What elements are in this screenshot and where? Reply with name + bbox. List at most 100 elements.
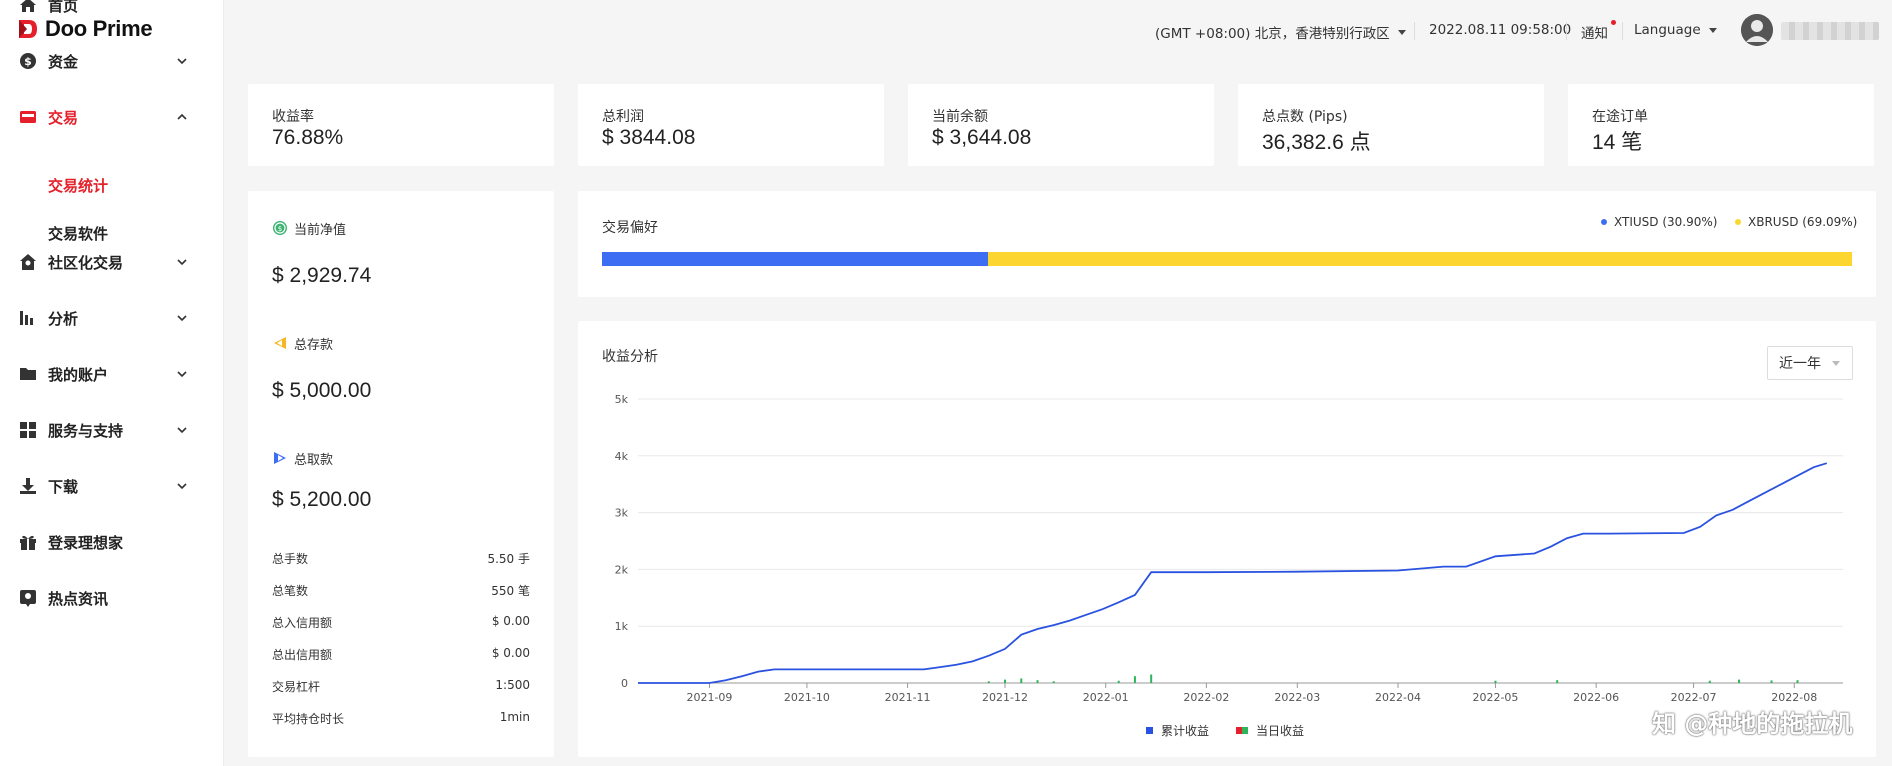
- username-blurred[interactable]: [1781, 22, 1879, 40]
- summary-row-value: 1min: [499, 710, 530, 724]
- sidebar-item-label: 分析: [48, 309, 79, 328]
- sidebar-item[interactable]: 我的账户: [0, 354, 224, 394]
- sidebar-item[interactable]: 社区化交易: [0, 242, 224, 282]
- equity-label: 当前净值: [294, 223, 347, 238]
- dollar-coin-icon: $: [19, 52, 37, 70]
- sidebar-item-label: 下载: [48, 477, 79, 496]
- daily-profit-bar[interactable]: [1036, 680, 1039, 683]
- profit-analysis-card: 收益分析 近一年 0 1k 2k 3k 4k 5k 2021-09 2021-10 2021-1…: [578, 321, 1876, 757]
- divider: [1414, 22, 1415, 40]
- legend-label-daily[interactable]: 当日收益: [1256, 724, 1304, 738]
- sidebar-item-label: 我的账户: [48, 365, 109, 384]
- sidebar-item[interactable]: 首页: [0, 0, 224, 25]
- notifications-link[interactable]: 通知: [1581, 22, 1608, 42]
- daily-profit-bar[interactable]: [1004, 679, 1007, 683]
- chevron-down-icon: [177, 315, 187, 322]
- x-tick-label: 2022-02: [1183, 691, 1229, 704]
- equity-coin-icon: $: [273, 221, 287, 235]
- summary-row-value: 550 笔: [491, 584, 530, 598]
- daily-profit-bar[interactable]: [1020, 678, 1023, 683]
- summary-row-value: $ 0.00: [491, 614, 530, 628]
- x-tick-label: 2022-03: [1274, 691, 1320, 704]
- preference-segment[interactable]: [988, 252, 1852, 266]
- chevron-up-icon: [177, 113, 187, 120]
- caret-down-icon: [1708, 27, 1717, 33]
- stat-card: 收益率 76.88%: [248, 84, 554, 166]
- y-tick-label: 5k: [615, 393, 629, 406]
- home-icon: [19, 0, 37, 14]
- daily-profit-bar[interactable]: [1556, 680, 1559, 683]
- sidebar-item[interactable]: $ 资金: [0, 41, 224, 81]
- sidebar-item-label: 服务与支持: [48, 421, 124, 440]
- x-tick-label: 2021-09: [686, 691, 732, 704]
- sidebar: Doo Prime 首页 $ 资金 交易 社区化交易 分析 我的账户 服务与支持 下载 登录理想家…: [0, 0, 224, 766]
- daily-profit-bar[interactable]: [1796, 680, 1799, 683]
- daily-profit-bar[interactable]: [1738, 679, 1741, 683]
- user-silhouette-icon: [1741, 14, 1773, 46]
- y-tick-label: 2k: [615, 563, 629, 576]
- download-icon: [19, 477, 37, 495]
- profit-line-chart: 0 1k 2k 3k 4k 5k 2021-09 2021-10 2021-11 2021-12 2…: [615, 393, 1843, 738]
- daily-profit-bar[interactable]: [1708, 680, 1711, 683]
- user-avatar[interactable]: [1741, 14, 1773, 46]
- sidebar-item-label: 首页: [48, 0, 79, 15]
- stat-label: 当前余额: [932, 109, 988, 125]
- legend-dot-icon: [1601, 219, 1607, 225]
- summary-row-value: $ 0.00: [491, 646, 530, 660]
- x-tick-label: 2022-04: [1375, 691, 1421, 704]
- daily-profit-bar[interactable]: [1052, 681, 1055, 683]
- bar-chart-icon: [19, 309, 37, 327]
- timezone-selector[interactable]: (GMT +08:00) 北京，香港特别行政区: [1155, 22, 1406, 42]
- legend-label: XTIUSD (30.90%): [1614, 215, 1718, 229]
- y-tick-label: 4k: [615, 450, 629, 463]
- legend-label-cumulative[interactable]: 累计收益: [1161, 724, 1209, 738]
- legend-swatch-cumulative-icon: [1146, 727, 1153, 734]
- withdraw-arrow-icon: [274, 452, 286, 464]
- daily-profit-bar[interactable]: [1150, 674, 1153, 683]
- divider: [1566, 22, 1567, 40]
- trade-card-icon: [19, 108, 37, 126]
- legend-swatch-daily-pos-icon: [1242, 727, 1248, 734]
- withdraw-value: $ 5,200.00: [272, 488, 372, 511]
- caret-down-icon: [1397, 29, 1406, 35]
- account-summary-card: $ 当前净值 $ 2,929.74 总存款 $ 5,000.00 总取款 $ 5…: [248, 191, 554, 757]
- deposit-label: 总存款: [294, 338, 334, 353]
- stat-label: 总利润: [602, 109, 644, 125]
- language-selector[interactable]: Language: [1634, 22, 1717, 38]
- stat-label: 收益率: [272, 109, 314, 125]
- stat-card: 总点数 (Pips) 36,382.6 点: [1238, 84, 1544, 166]
- y-tick-label: 1k: [615, 620, 629, 633]
- legend-label: XBRUSD (69.09%): [1748, 215, 1858, 229]
- top-bar: (GMT +08:00) 北京，香港特别行政区 2022.08.11 09:58…: [225, 0, 1892, 62]
- sidebar-item[interactable]: 分析: [0, 298, 224, 338]
- summary-row-label: 平均持仓时长: [272, 712, 345, 726]
- stat-value: 36,382.6 点: [1262, 131, 1371, 154]
- sidebar-item[interactable]: 交易: [0, 97, 224, 137]
- sidebar-item-label: 登录理想家: [48, 533, 124, 552]
- cumulative-profit-line[interactable]: [638, 462, 1828, 684]
- preference-segment[interactable]: [602, 252, 989, 266]
- sidebar-item[interactable]: 登录理想家: [0, 522, 224, 562]
- current-datetime: 2022.08.11 09:58:00: [1429, 22, 1572, 38]
- x-tick-label: 2022-06: [1573, 691, 1619, 704]
- legend-xtiusd: XTIUSD (30.90%): [1601, 215, 1717, 229]
- daily-profit-bar[interactable]: [1770, 680, 1773, 683]
- stat-value: $ 3,644.08: [932, 126, 1032, 149]
- sidebar-item[interactable]: 热点资讯: [0, 578, 224, 618]
- equity-value: $ 2,929.74: [272, 264, 372, 287]
- watermark: 知 @种地的拖拉机: [1652, 710, 1853, 738]
- community-house-icon: [19, 253, 37, 271]
- chevron-down-icon: [177, 483, 187, 490]
- sidebar-item[interactable]: 服务与支持: [0, 410, 224, 450]
- timezone-label: (GMT +08:00) 北京，香港特别行政区: [1155, 26, 1390, 42]
- x-tick-label: 2022-08: [1771, 691, 1817, 704]
- sidebar-subitem[interactable]: 交易统计: [48, 175, 108, 196]
- stat-card: 当前余额 $ 3,644.08: [908, 84, 1214, 166]
- sidebar-subitem[interactable]: 交易软件: [48, 223, 108, 244]
- daily-profit-bar[interactable]: [1133, 676, 1136, 683]
- daily-profit-bar[interactable]: [1117, 680, 1120, 683]
- y-tick-label: 0: [621, 677, 628, 690]
- daily-profit-bar[interactable]: [1494, 680, 1497, 683]
- daily-profit-bar[interactable]: [987, 681, 990, 683]
- sidebar-item[interactable]: 下载: [0, 466, 224, 506]
